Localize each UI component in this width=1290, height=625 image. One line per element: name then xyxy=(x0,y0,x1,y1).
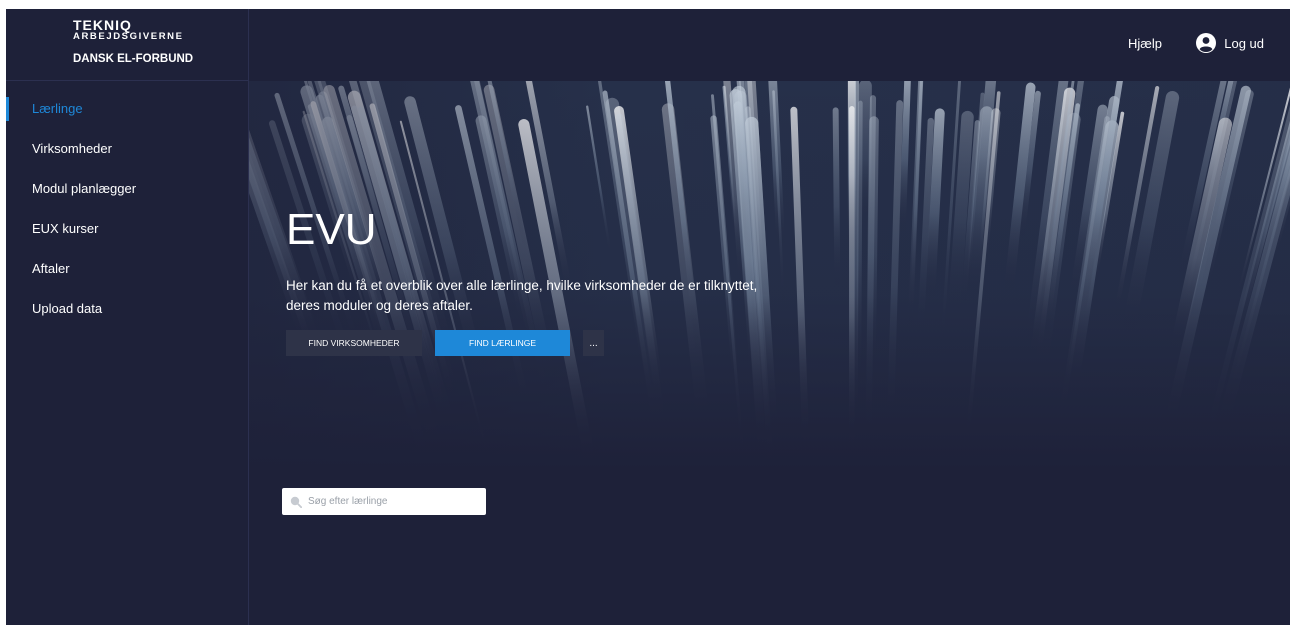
search-box[interactable] xyxy=(282,488,486,515)
logo-line-arbejdsgiverne: ARBEJDSGIVERNE xyxy=(73,31,184,42)
find-companies-button[interactable]: FIND VIRKSOMHEDER xyxy=(286,330,422,356)
sidebar-nav: Lærlinge Virksomheder Modul planlægger E… xyxy=(6,95,249,335)
top-bar: Hjælp Log ud xyxy=(249,9,1290,81)
sidebar: TEKNIQ ARBEJDSGIVERNE DANSK EL-FORBUND L… xyxy=(6,9,249,625)
help-link[interactable]: Hjælp xyxy=(1128,36,1162,51)
logo[interactable]: TEKNIQ ARBEJDSGIVERNE DANSK EL-FORBUND xyxy=(6,9,249,81)
app-window: TEKNIQ ARBEJDSGIVERNE DANSK EL-FORBUND L… xyxy=(6,9,1290,625)
user-circle-icon xyxy=(1196,33,1217,53)
sidebar-item-laerlinge[interactable]: Lærlinge xyxy=(6,95,249,135)
page-title: EVU xyxy=(286,205,377,254)
logo-line-tekniq: TEKNIQ xyxy=(73,17,132,33)
sidebar-item-modul-planlaegger[interactable]: Modul planlægger xyxy=(6,175,249,215)
hero-banner: EVU Her kan du få et overblik over alle … xyxy=(249,81,1290,471)
hero-description: Her kan du få et overblik over alle lærl… xyxy=(286,278,758,313)
more-button[interactable]: ... xyxy=(583,330,604,356)
search-icon xyxy=(290,496,302,508)
sidebar-item-virksomheder[interactable]: Virksomheder xyxy=(6,135,249,175)
find-apprentices-button[interactable]: FIND LÆRLINGE xyxy=(435,330,570,356)
sidebar-item-eux-kurser[interactable]: EUX kurser xyxy=(6,215,249,255)
hero-button-group: FIND VIRKSOMHEDER FIND LÆRLINGE ... xyxy=(286,330,604,356)
search-input[interactable] xyxy=(308,496,478,507)
logo-line-dansk-el-forbund: DANSK EL-FORBUND xyxy=(73,53,194,65)
sidebar-item-upload-data[interactable]: Upload data xyxy=(6,295,249,335)
logout-link[interactable]: Log ud xyxy=(1196,33,1264,53)
sidebar-item-aftaler[interactable]: Aftaler xyxy=(6,255,249,295)
logout-label: Log ud xyxy=(1224,35,1264,51)
